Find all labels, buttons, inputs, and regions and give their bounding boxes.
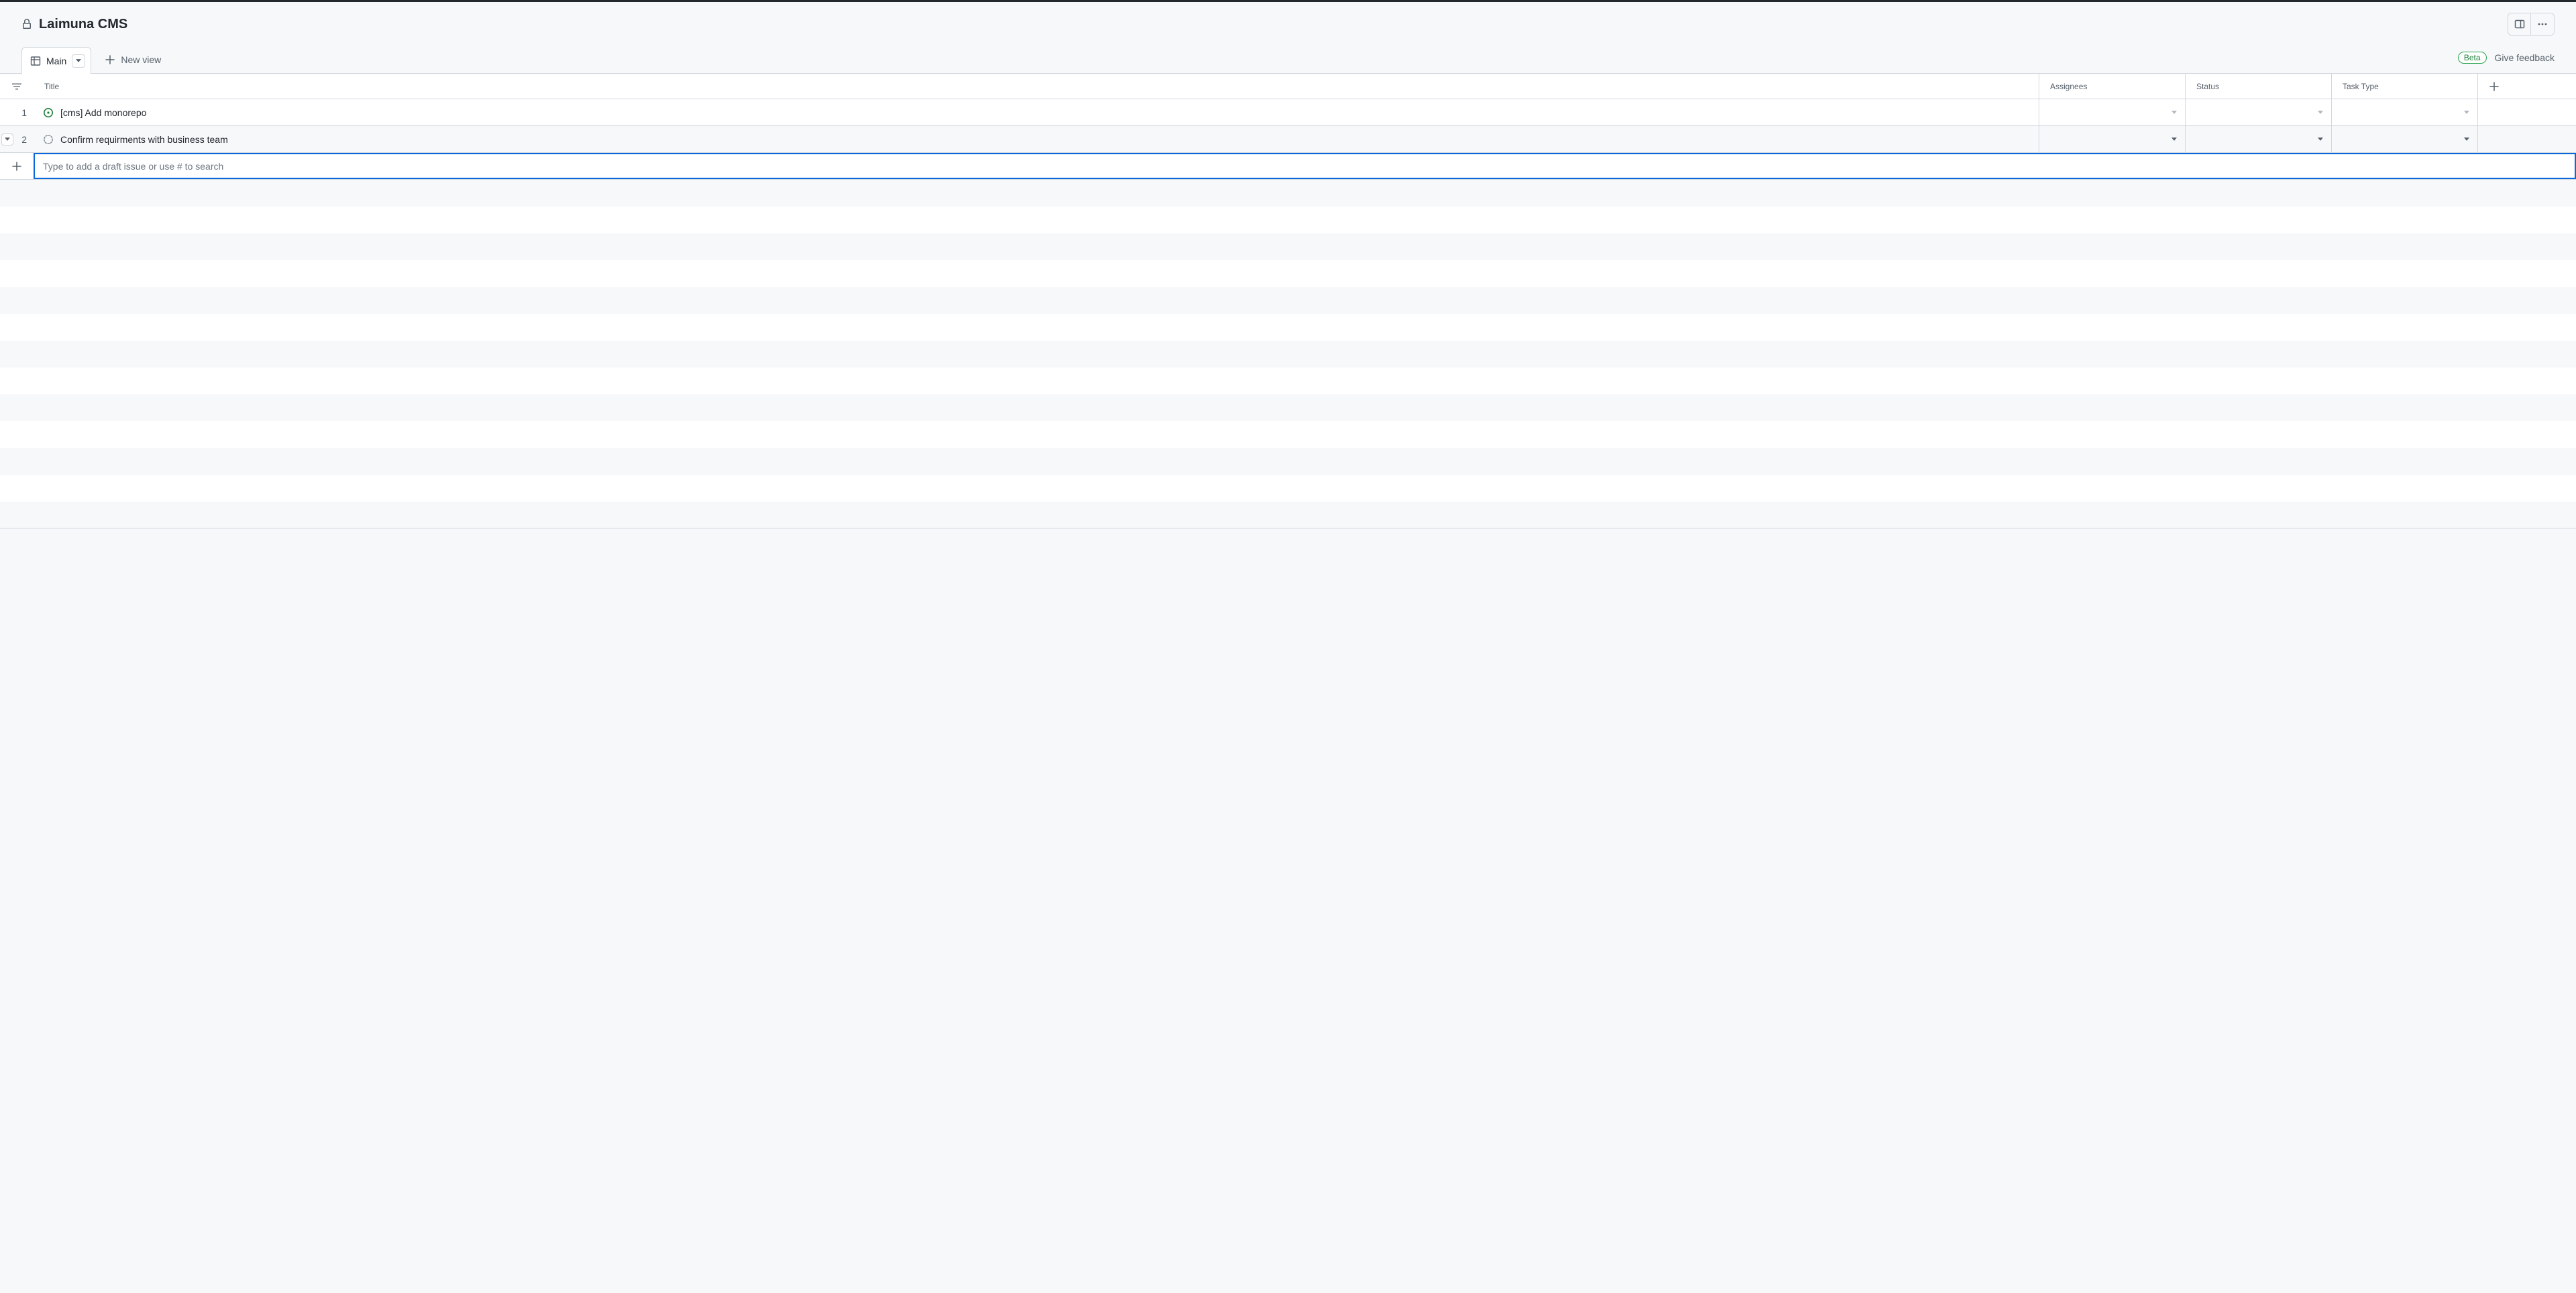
chevron-down-icon <box>2318 137 2323 141</box>
new-item-input-wrap <box>34 153 2576 179</box>
row-assignees-cell[interactable] <box>2039 99 2186 125</box>
tabs-row: Main New view Beta Give feedback <box>0 46 2576 74</box>
tabs-left: Main New view <box>21 46 2458 73</box>
new-view-button[interactable]: New view <box>97 46 169 73</box>
row-tasktype-cell[interactable] <box>2332 99 2478 125</box>
new-item-row <box>0 153 2576 180</box>
give-feedback-link[interactable]: Give feedback <box>2495 52 2555 63</box>
new-item-input[interactable] <box>34 153 2576 179</box>
table-row[interactable]: 2 Confirm requirments with business team <box>0 126 2576 153</box>
row-number: 2 <box>0 126 34 152</box>
row-assignees-cell[interactable] <box>2039 126 2186 152</box>
column-assignees[interactable]: Assignees <box>2039 74 2186 99</box>
row-status-cell[interactable] <box>2186 126 2332 152</box>
panel-toggle-button[interactable] <box>2508 13 2531 35</box>
tabs-right: Beta Give feedback <box>2458 52 2555 68</box>
project-table: Title Assignees Status Task Type 1 <box>0 74 2576 528</box>
row-title-cell[interactable]: Confirm requirments with business team <box>34 126 2039 152</box>
table-header: Title Assignees Status Task Type <box>0 74 2576 99</box>
row-menu-button[interactable] <box>1 133 13 146</box>
plus-icon <box>2489 81 2500 92</box>
empty-rows-area <box>0 180 2576 528</box>
header-actions-group <box>2508 13 2555 36</box>
more-menu-button[interactable] <box>2531 13 2554 35</box>
tab-main[interactable]: Main <box>21 47 91 74</box>
tab-main-label: Main <box>46 56 66 66</box>
chevron-down-icon <box>2171 137 2177 141</box>
row-status-cell[interactable] <box>2186 99 2332 125</box>
row-title: [cms] Add monorepo <box>60 107 146 118</box>
table-icon <box>30 56 41 66</box>
issue-open-icon <box>43 107 54 118</box>
filter-button[interactable] <box>0 74 34 99</box>
row-extra-cell <box>2478 99 2576 125</box>
row-number-value: 2 <box>21 134 27 145</box>
column-title[interactable]: Title <box>34 74 2039 99</box>
plus-icon <box>105 54 115 65</box>
row-extra-cell <box>2478 126 2576 152</box>
project-page: Laimuna CMS <box>0 2 2576 528</box>
beta-badge: Beta <box>2458 52 2487 64</box>
chevron-down-icon <box>2464 111 2469 114</box>
chevron-down-icon <box>2171 111 2177 114</box>
row-title: Confirm requirments with business team <box>60 134 228 145</box>
draft-issue-icon <box>43 134 54 145</box>
new-item-plus[interactable] <box>0 153 34 179</box>
column-status[interactable]: Status <box>2186 74 2332 99</box>
new-view-label: New view <box>121 54 161 65</box>
row-title-cell[interactable]: [cms] Add monorepo <box>34 99 2039 125</box>
chevron-down-icon <box>2464 137 2469 141</box>
project-header: Laimuna CMS <box>0 2 2576 41</box>
row-tasktype-cell[interactable] <box>2332 126 2478 152</box>
column-task-type[interactable]: Task Type <box>2332 74 2478 99</box>
lock-icon <box>21 19 32 30</box>
tab-main-dropdown[interactable] <box>72 54 85 68</box>
header-left: Laimuna CMS <box>21 17 2508 32</box>
chevron-down-icon <box>2318 111 2323 114</box>
header-right <box>2508 13 2555 36</box>
table-row[interactable]: 1 [cms] Add monorepo <box>0 99 2576 126</box>
row-number: 1 <box>0 99 34 125</box>
add-column-button[interactable] <box>2478 74 2576 99</box>
project-title[interactable]: Laimuna CMS <box>39 17 127 32</box>
